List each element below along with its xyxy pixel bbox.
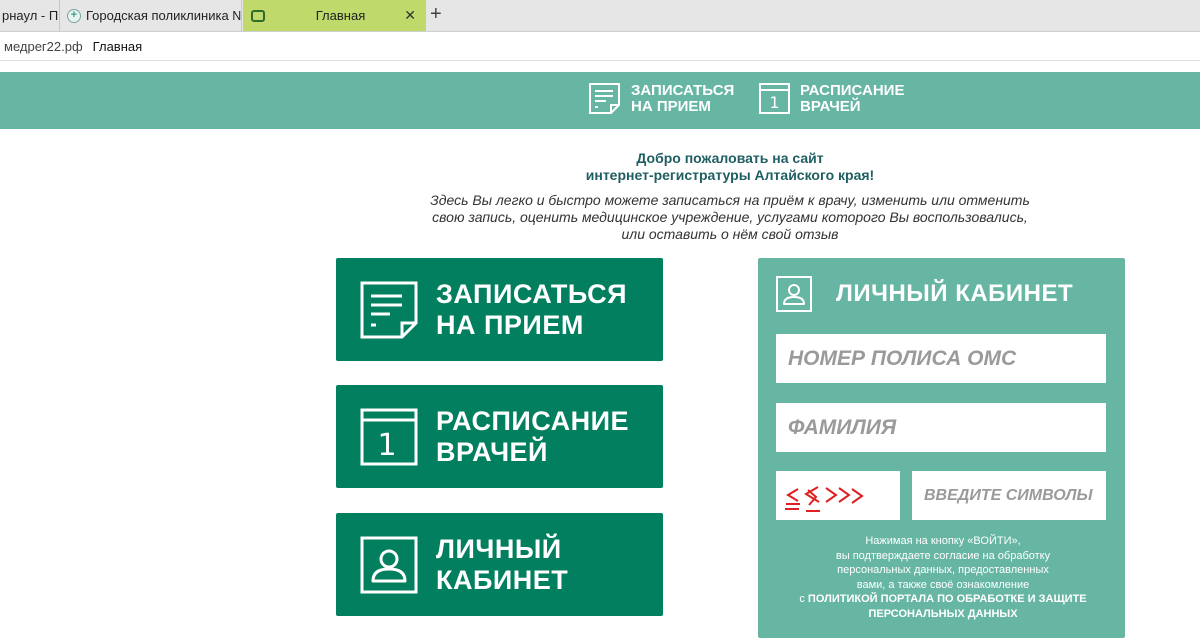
welcome-desc-line: Здесь Вы легко и быстро можете записатьс… [430,192,1030,208]
captcha-glyphs [785,486,864,512]
address-domain: медрег22.рф [4,38,83,54]
calendar-icon: 1 [759,83,790,114]
close-tab-icon[interactable]: ✕ [404,7,416,24]
oms-policy-input[interactable] [776,334,1106,383]
header-nav-label: НА ПРИЕМ [631,97,711,115]
personal-cabinet-button[interactable]: ЛИЧНЫЙ КАБИНЕТ [336,513,663,616]
header-nav-schedule[interactable]: 1 РАСПИСАНИЕ ВРАЧЕЙ [759,82,904,115]
site-favicon-icon [251,9,265,22]
clinic-favicon-icon: + [67,8,81,23]
header-nav-label: ЗАПИСАТЬСЯ [631,81,735,99]
address-page-title: Главная [92,38,143,54]
browser-tab[interactable]: + Городская поликлиника № [61,0,242,31]
personal-cabinet-button-label: ЛИЧНЫЙ [436,533,562,564]
schedule-button[interactable]: 1 РАСПИСАНИЕ ВРАЧЕЙ [336,385,663,488]
tab-title: рнаул - П [2,8,59,23]
personal-cabinet-panel: ЛИЧНЫЙ КАБИНЕТ Нажимая на кнопку «ВОЙТИ»… [758,258,1125,638]
captcha-input[interactable] [912,471,1106,520]
welcome-desc-line: или оставить о нём свой отзыв [621,226,839,242]
calendar-day-label: 1 [769,93,779,112]
consent-line: Нажимая на кнопку «ВОЙТИ», [865,535,1021,547]
address-bar[interactable]: медрег22.рф Главная [0,32,1200,61]
welcome-desc-line: свою запись, оценить медицинское учрежде… [432,209,1028,225]
welcome-title-line: интернет-регистратуры Алтайского края! [585,167,875,183]
welcome-title: Добро пожаловать на сайт интернет-регист… [330,150,1130,184]
calendar-day-label: 1 [377,428,396,463]
cabinet-header: ЛИЧНЫЙ КАБИНЕТ [776,276,1073,312]
user-icon [360,536,418,593]
document-icon [360,281,418,338]
appointment-button-label: НА ПРИЕМ [436,309,584,340]
consent-prefix: с [799,593,805,605]
tab-title: Городская поликлиника № [86,8,242,23]
header-nav-label: РАСПИСАНИЕ [800,81,905,99]
welcome-description: Здесь Вы легко и быстро можете записатьс… [330,192,1130,243]
document-icon [589,83,620,114]
new-tab-button[interactable]: + [430,3,442,26]
schedule-button-label: РАСПИСАНИЕ [436,405,630,436]
appointment-button[interactable]: ЗАПИСАТЬСЯ НА ПРИЕМ [336,258,663,361]
consent-line: персональных данных, предоставленных [837,564,1049,576]
personal-cabinet-button-label: КАБИНЕТ [436,564,569,595]
welcome-title-line: Добро пожаловать на сайт [636,150,824,166]
site-header: ЗАПИСАТЬСЯ НА ПРИЕМ 1 РАСПИСАНИЕ ВРАЧЕЙ [0,72,1200,129]
user-icon [776,276,812,312]
tab-title: Главная [315,8,366,23]
browser-tab[interactable]: рнаул - П [0,0,60,31]
cabinet-title: ЛИЧНЫЙ КАБИНЕТ [836,280,1074,307]
consent-line: вами, а также своё ознакомление [856,578,1030,591]
browser-tab-bar: рнаул - П + Городская поликлиника № Глав… [0,0,1200,32]
privacy-policy-link[interactable]: ПЕРСОНАЛЬНЫХ ДАННЫХ [868,608,1017,620]
schedule-button-label: ВРАЧЕЙ [436,436,548,467]
header-nav-label: ВРАЧЕЙ [800,97,861,115]
calendar-icon: 1 [360,408,418,465]
captcha-image [776,471,900,520]
appointment-button-label: ЗАПИСАТЬСЯ [436,278,627,309]
privacy-policy-link[interactable]: ПОЛИТИКОЙ ПОРТАЛА ПО ОБРАБОТКЕ И ЗАЩИТЕ [808,593,1087,605]
surname-input[interactable] [776,403,1106,452]
consent-line: вы подтверждаете согласие на обработку [835,549,1051,562]
welcome-section: Добро пожаловать на сайт интернет-регист… [330,150,1130,243]
header-nav-appointment[interactable]: ЗАПИСАТЬСЯ НА ПРИЕМ [588,82,734,115]
consent-text: Нажимая на кнопку «ВОЙТИ», вы подтвержда… [778,534,1108,621]
browser-tab-active[interactable]: Главная ✕ [243,0,426,31]
